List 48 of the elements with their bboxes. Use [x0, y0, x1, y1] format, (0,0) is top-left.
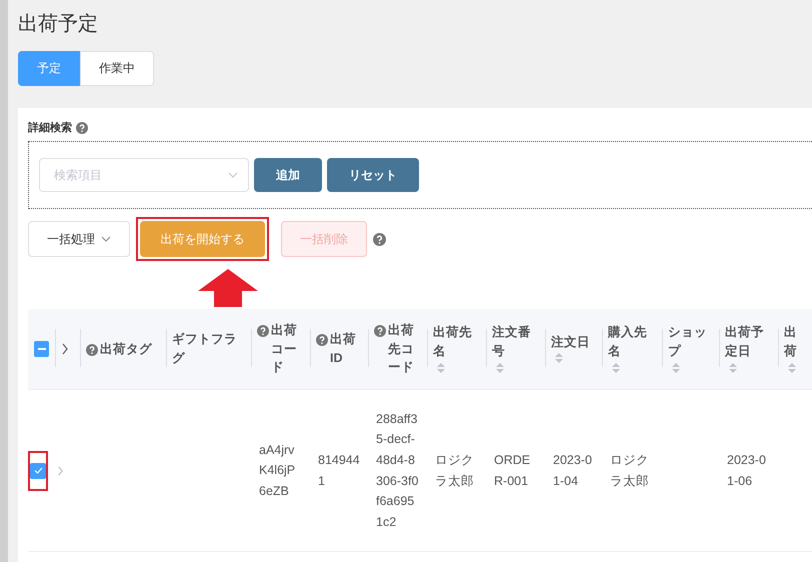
- table-cell-text: 8149441: [318, 452, 360, 490]
- tab[interactable]: 予定: [18, 51, 80, 86]
- sort-icon[interactable]: [787, 360, 797, 375]
- help-icon: [316, 334, 328, 346]
- table-cell-text: ロジクラ太郎: [610, 452, 650, 490]
- help-icon: [86, 344, 98, 356]
- sort-icon[interactable]: [554, 351, 564, 366]
- column-header: 出荷予定日: [725, 324, 765, 360]
- column-header: 出荷先コード: [388, 322, 415, 376]
- table-cell-text: ORDER-001: [494, 452, 532, 490]
- table-cell-text: 2023-01-06: [727, 452, 767, 490]
- table-cell-text: aA4jrvK4l6jP6eZB: [259, 442, 296, 500]
- minus-icon: [38, 348, 46, 350]
- row-checkbox[interactable]: [30, 462, 46, 478]
- help-icon: [373, 232, 386, 246]
- arrow-icon: [198, 269, 258, 307]
- column-header: ギフトフラグ: [172, 331, 238, 367]
- column-header: 購入先名: [608, 324, 648, 360]
- section-label: 詳細検索: [28, 120, 72, 135]
- column-header: 出荷ID: [330, 331, 357, 367]
- bulk-menu[interactable]: 一括処理: [28, 221, 130, 257]
- table-cell-text: ロジクラ太郎: [435, 452, 475, 490]
- tab[interactable]: 作業中: [80, 51, 154, 86]
- sort-icon[interactable]: [495, 360, 505, 375]
- search-button[interactable]: 追加: [254, 158, 322, 192]
- sort-icon[interactable]: [728, 360, 738, 375]
- help-icon: [76, 122, 88, 134]
- chevron-right-icon[interactable]: [61, 343, 69, 355]
- column-header: 注文番号: [492, 324, 532, 360]
- check-icon: [34, 467, 42, 474]
- table-cell-text: 2023-01-04: [553, 452, 593, 490]
- caret-icon: [228, 172, 238, 178]
- column-header: 注文日: [551, 334, 590, 351]
- column-header: 出荷先名: [433, 324, 473, 360]
- help-icon: [374, 324, 386, 337]
- column-header: 出荷タグ: [100, 340, 152, 358]
- sort-icon[interactable]: [436, 360, 446, 375]
- search-button[interactable]: リセット: [327, 158, 419, 192]
- page-title: 出荷予定: [18, 12, 99, 37]
- table-cell-text: 288aff35-decf-48d4-8306-3f0f6a6951c2: [376, 410, 419, 531]
- select-all-checkbox[interactable]: [34, 341, 49, 357]
- column-header: ショップ: [668, 324, 708, 360]
- help-icon: [257, 324, 269, 337]
- caret-icon: [101, 236, 111, 242]
- column-header: 出荷コード: [271, 322, 298, 376]
- column-header: 出荷: [784, 324, 798, 360]
- sort-icon[interactable]: [671, 360, 681, 375]
- sort-icon[interactable]: [611, 360, 621, 375]
